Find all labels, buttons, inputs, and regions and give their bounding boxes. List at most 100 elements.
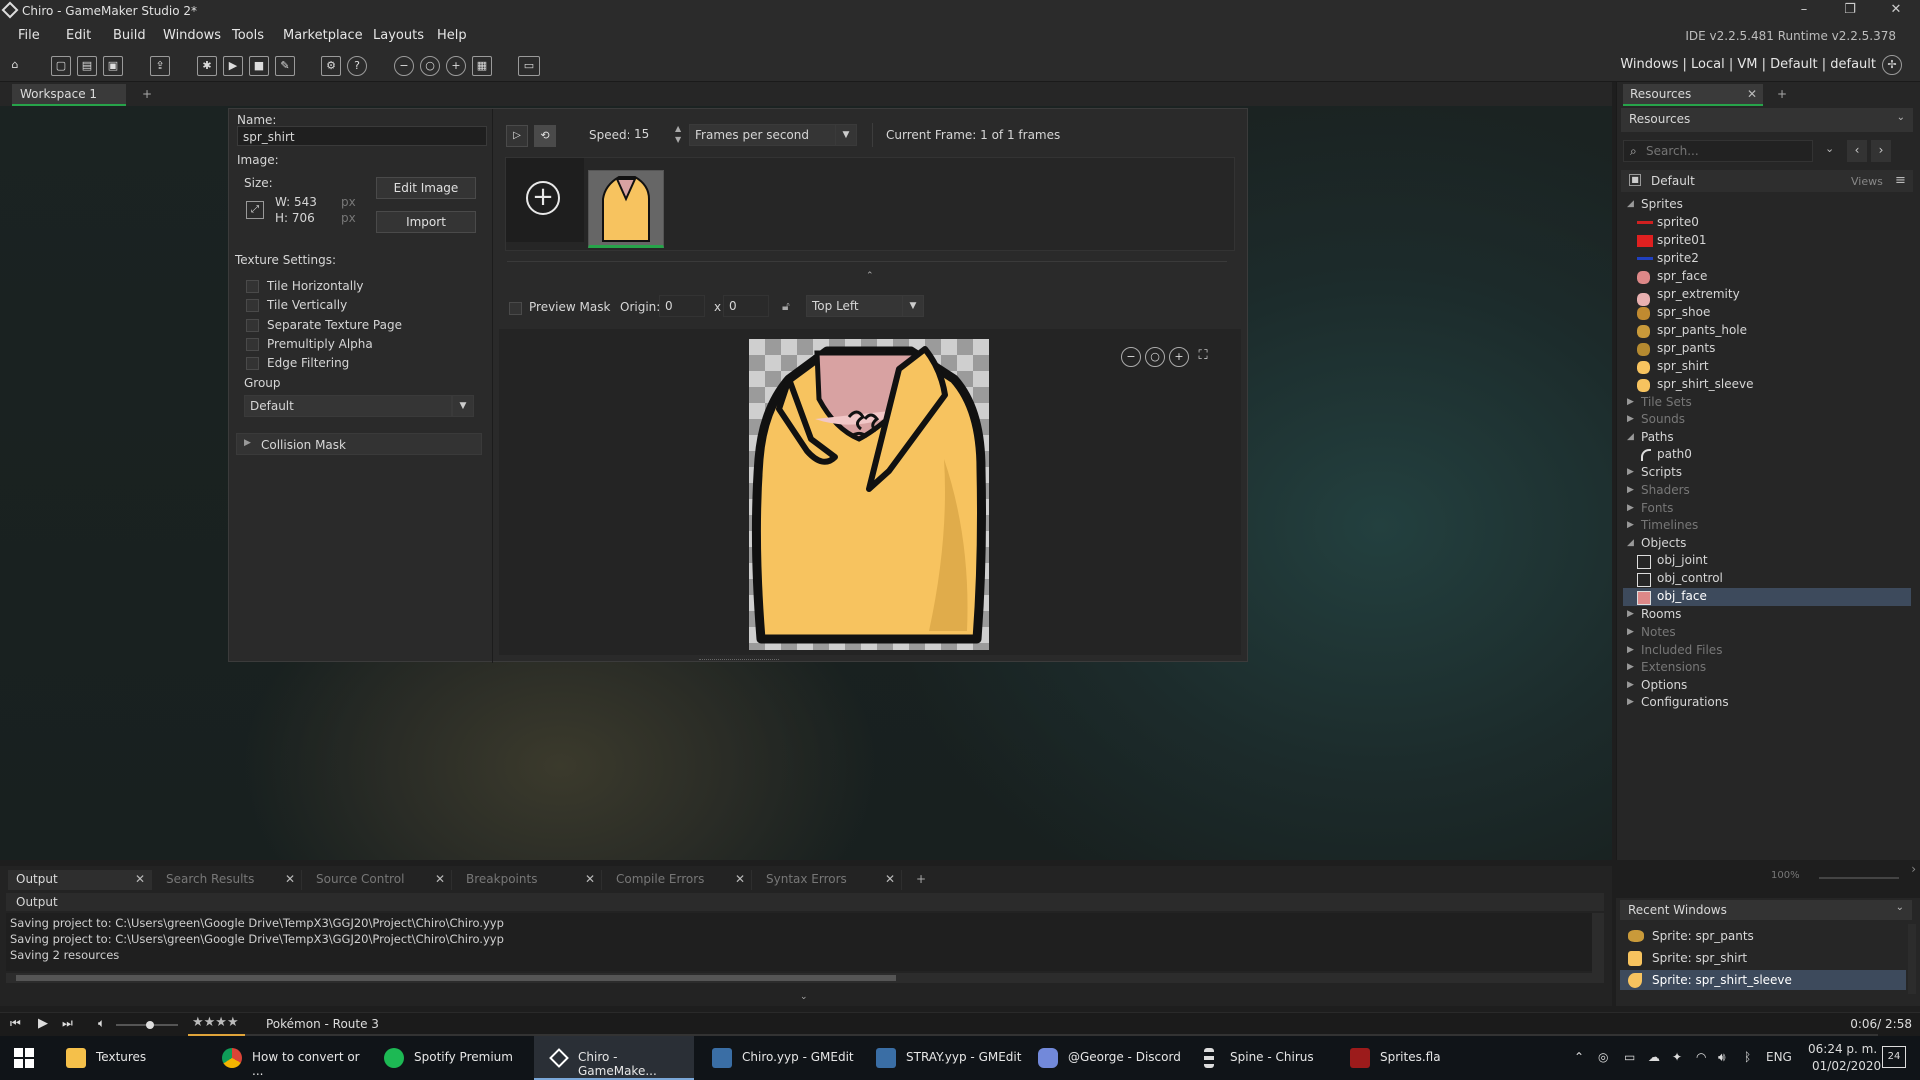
expand-fonts-icon[interactable]: ▶: [1627, 503, 1634, 513]
expand-objects-icon[interactable]: ◢: [1627, 538, 1634, 548]
taskbar-discord[interactable]: @George - Discord: [1024, 1036, 1184, 1080]
views-button[interactable]: Views: [1851, 175, 1883, 188]
volume-knob[interactable]: [146, 1021, 154, 1029]
maximize-button[interactable]: ❐: [1830, 2, 1870, 20]
search-filter-chevron-icon[interactable]: ⌄: [1825, 142, 1834, 155]
group-select[interactable]: Default: [244, 395, 452, 417]
zoom-in-icon[interactable]: +: [446, 56, 466, 76]
resource-category-extensions[interactable]: Extensions: [1641, 660, 1706, 674]
expand-sounds-icon[interactable]: ▶: [1627, 414, 1634, 424]
views-menu-icon[interactable]: ≡: [1895, 173, 1906, 188]
origin-dropdown-icon[interactable]: ▼: [902, 295, 924, 317]
taskbar-spotify[interactable]: Spotify Premium: [370, 1036, 530, 1080]
taskbar-animate[interactable]: Sprites.fla: [1336, 1036, 1486, 1080]
tab-resources[interactable]: Resources ✕: [1623, 84, 1763, 106]
resource-item[interactable]: obj_control: [1657, 571, 1723, 585]
close-breakpoints-tab-icon[interactable]: ✕: [585, 872, 595, 886]
clean-icon[interactable]: ✎: [275, 56, 295, 76]
volume-slider[interactable]: [116, 1021, 178, 1029]
resource-item[interactable]: spr_shirt_sleeve: [1657, 377, 1753, 391]
collision-mask-section[interactable]: ▶ Collision Mask: [236, 433, 482, 455]
open-project-icon[interactable]: ▤: [77, 56, 97, 76]
recent-scrollbar[interactable]: [1908, 924, 1916, 994]
add-workspace-button[interactable]: +: [134, 84, 160, 106]
language-indicator[interactable]: ENG: [1766, 1050, 1792, 1064]
expand-paths-icon[interactable]: ◢: [1627, 432, 1634, 442]
canvas-zoom-reset-icon[interactable]: ○: [1145, 347, 1165, 367]
menu-marketplace[interactable]: Marketplace: [283, 28, 363, 43]
add-panel-tab-button[interactable]: +: [1777, 87, 1787, 101]
menu-windows[interactable]: Windows: [163, 28, 221, 43]
tray-expand-icon[interactable]: ⌃: [1574, 1050, 1584, 1064]
lock-icon[interactable]: 🔓︎: [782, 299, 790, 314]
expand-included-files-icon[interactable]: ▶: [1627, 645, 1634, 655]
tile-horizontally-checkbox[interactable]: [246, 280, 259, 293]
tab-compile-errors[interactable]: Compile Errors ✕: [608, 870, 752, 890]
resource-category-objects[interactable]: Objects: [1641, 536, 1686, 550]
resources-header-chevron-icon[interactable]: ⌄: [1897, 112, 1905, 123]
tab-output[interactable]: Output ✕: [8, 870, 152, 890]
origin-preset-select[interactable]: Top Left: [806, 295, 906, 317]
recent-item[interactable]: Sprite: spr_pants: [1620, 926, 1906, 946]
menu-file[interactable]: File: [18, 28, 40, 43]
output-collapse-icon[interactable]: ⌄: [800, 992, 808, 1002]
stop-icon[interactable]: ■: [249, 56, 269, 76]
resource-item[interactable]: sprite2: [1657, 251, 1699, 265]
recent-item-selected[interactable]: Sprite: spr_shirt_sleeve: [1620, 970, 1906, 990]
output-vertical-scrollbar[interactable]: [1592, 913, 1604, 983]
menu-build[interactable]: Build: [113, 28, 146, 43]
close-search-results-tab-icon[interactable]: ✕: [285, 872, 295, 886]
editor-resize-handle[interactable]: [699, 659, 779, 662]
resource-category-scripts[interactable]: Scripts: [1641, 465, 1682, 479]
settings-icon[interactable]: ⚙: [321, 56, 341, 76]
resource-category-sprites[interactable]: Sprites: [1641, 197, 1683, 211]
clock-time[interactable]: 06:24 p. m.: [1808, 1042, 1877, 1056]
preview-mask-checkbox[interactable]: [509, 302, 522, 315]
zoom-out-icon[interactable]: −: [394, 56, 414, 76]
origin-x-input[interactable]: 0: [659, 295, 705, 317]
close-resources-tab-icon[interactable]: ✕: [1747, 87, 1757, 101]
minimize-button[interactable]: –: [1784, 2, 1824, 20]
add-frame-button[interactable]: +: [506, 158, 584, 242]
dropbox-icon[interactable]: ✦: [1672, 1050, 1682, 1064]
previous-track-icon[interactable]: ⏮︎: [10, 1016, 21, 1031]
export-icon[interactable]: ⇪: [150, 56, 170, 76]
close-syntax-errors-tab-icon[interactable]: ✕: [885, 872, 895, 886]
wifi-icon[interactable]: ◠: [1696, 1050, 1706, 1064]
panel-collapse-icon[interactable]: ›: [1911, 862, 1916, 876]
save-icon[interactable]: ▣: [103, 56, 123, 76]
close-button[interactable]: ✕: [1876, 2, 1916, 20]
resource-item[interactable]: obj_face: [1657, 589, 1707, 603]
import-button[interactable]: Import: [376, 211, 476, 233]
edge-filtering-checkbox[interactable]: [246, 357, 259, 370]
group-dropdown-icon[interactable]: ▼: [452, 395, 474, 417]
grid-icon[interactable]: ▦: [472, 56, 492, 76]
speed-input[interactable]: 15: [629, 124, 673, 146]
canvas-zoom-out-icon[interactable]: −: [1121, 347, 1141, 367]
resource-search-box[interactable]: ⌕: [1623, 140, 1813, 162]
sprite-canvas[interactable]: [749, 339, 989, 650]
rating-stars[interactable]: ★★★★: [192, 1015, 239, 1030]
edit-image-button[interactable]: Edit Image: [376, 177, 476, 199]
sprite-name-field[interactable]: spr_shirt: [237, 126, 487, 146]
expand-notes-icon[interactable]: ▶: [1627, 627, 1634, 637]
recent-item[interactable]: Sprite: spr_shirt: [1620, 948, 1906, 968]
monitor-icon[interactable]: ▭: [518, 56, 540, 76]
tab-syntax-errors[interactable]: Syntax Errors ✕: [758, 870, 902, 890]
output-scroll-thumb[interactable]: [16, 975, 896, 981]
notifications-icon[interactable]: 24: [1882, 1046, 1906, 1068]
resource-category-notes[interactable]: Notes: [1641, 625, 1676, 639]
resource-item[interactable]: path0: [1657, 447, 1692, 461]
close-source-control-tab-icon[interactable]: ✕: [435, 872, 445, 886]
expand-configurations-icon[interactable]: ▶: [1627, 697, 1634, 707]
canvas-fit-icon[interactable]: ⛶: [1193, 347, 1213, 367]
expand-shaders-icon[interactable]: ▶: [1627, 485, 1634, 495]
bluetooth-icon[interactable]: ᛒ: [1744, 1050, 1751, 1064]
resource-category-rooms[interactable]: Rooms: [1641, 607, 1681, 621]
windows-start-icon[interactable]: [14, 1048, 34, 1068]
play-button[interactable]: ▷: [506, 125, 528, 147]
loop-button[interactable]: ⟲: [534, 125, 556, 147]
battery-icon[interactable]: ▭: [1624, 1050, 1635, 1064]
tab-workspace-1[interactable]: Workspace 1: [12, 84, 126, 106]
speed-stepper-icon[interactable]: ▲ ▼: [675, 123, 681, 145]
